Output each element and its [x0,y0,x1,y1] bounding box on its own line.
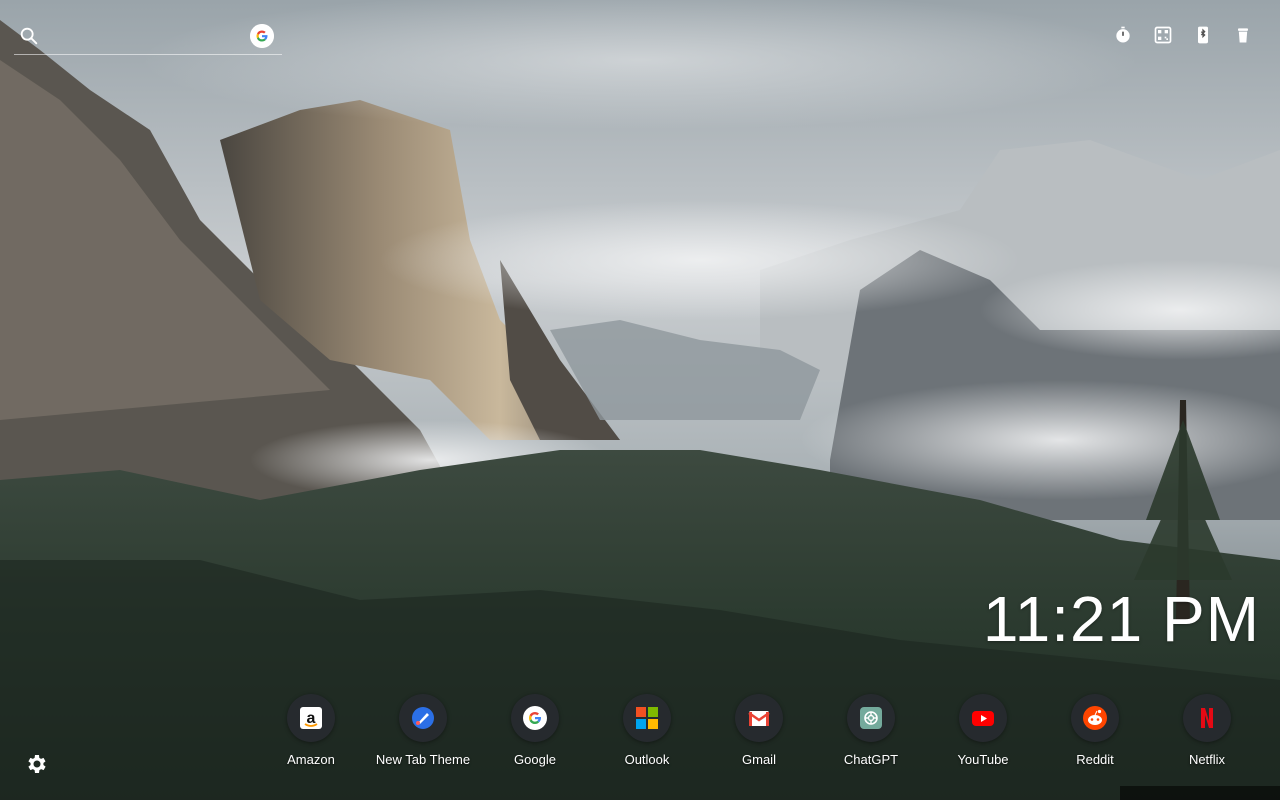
shortcut-label: Outlook [624,752,670,767]
shortcut-label: YouTube [957,752,1009,767]
qr-button[interactable] [1152,24,1174,46]
shortcut-reddit[interactable]: Reddit [1039,694,1151,767]
shortcut-amazon[interactable]: a Amazon [255,694,367,767]
shortcut-label: Gmail [742,752,776,767]
search-bar[interactable] [14,22,282,55]
shortcut-label: ChatGPT [843,752,899,767]
phone-link-button[interactable] [1192,24,1214,46]
clock-time: 11:21 PM [982,583,1260,655]
shortcut-gmail[interactable]: Gmail [703,694,815,767]
amazon-icon: a [300,707,322,729]
bluetooth-phone-icon [1198,26,1208,44]
netflix-icon [1201,708,1213,728]
top-toolbar [1112,24,1254,46]
timer-icon [1116,26,1130,43]
qr-icon [1154,26,1172,44]
timer-button[interactable] [1112,24,1134,46]
microsoft-icon [636,707,658,729]
google-icon [523,706,547,730]
shortcut-youtube[interactable]: YouTube [927,694,1039,767]
shortcut-outlook[interactable]: Outlook [591,694,703,767]
shortcut-netflix[interactable]: Netflix [1151,694,1263,767]
shortcuts-dock: a Amazon New Tab Theme Google Outlook Gm… [255,694,1263,767]
search-input[interactable] [44,24,248,50]
reddit-icon [1083,706,1107,730]
newtab-theme-icon [412,707,434,729]
shortcut-label: Reddit [1076,752,1114,767]
trash-icon [1238,28,1248,43]
trash-button[interactable] [1232,24,1254,46]
svg-text:a: a [307,710,316,727]
shortcut-label: Amazon [287,752,335,767]
gmail-icon [748,711,770,726]
youtube-icon [972,711,994,726]
shortcut-google[interactable]: Google [479,694,591,767]
search-icon[interactable] [18,25,40,47]
shortcut-new-tab-theme[interactable]: New Tab Theme [367,694,479,767]
chatgpt-icon [860,707,882,729]
shortcut-chatgpt[interactable]: ChatGPT [815,694,927,767]
background-wallpaper [0,0,1280,800]
shortcut-label: Google [514,752,556,767]
shortcut-label: Netflix [1188,752,1226,767]
wallpaper-watermark [1120,786,1280,800]
shortcut-label: New Tab Theme [375,752,471,767]
gear-icon[interactable] [24,752,48,776]
google-icon[interactable] [250,24,274,48]
